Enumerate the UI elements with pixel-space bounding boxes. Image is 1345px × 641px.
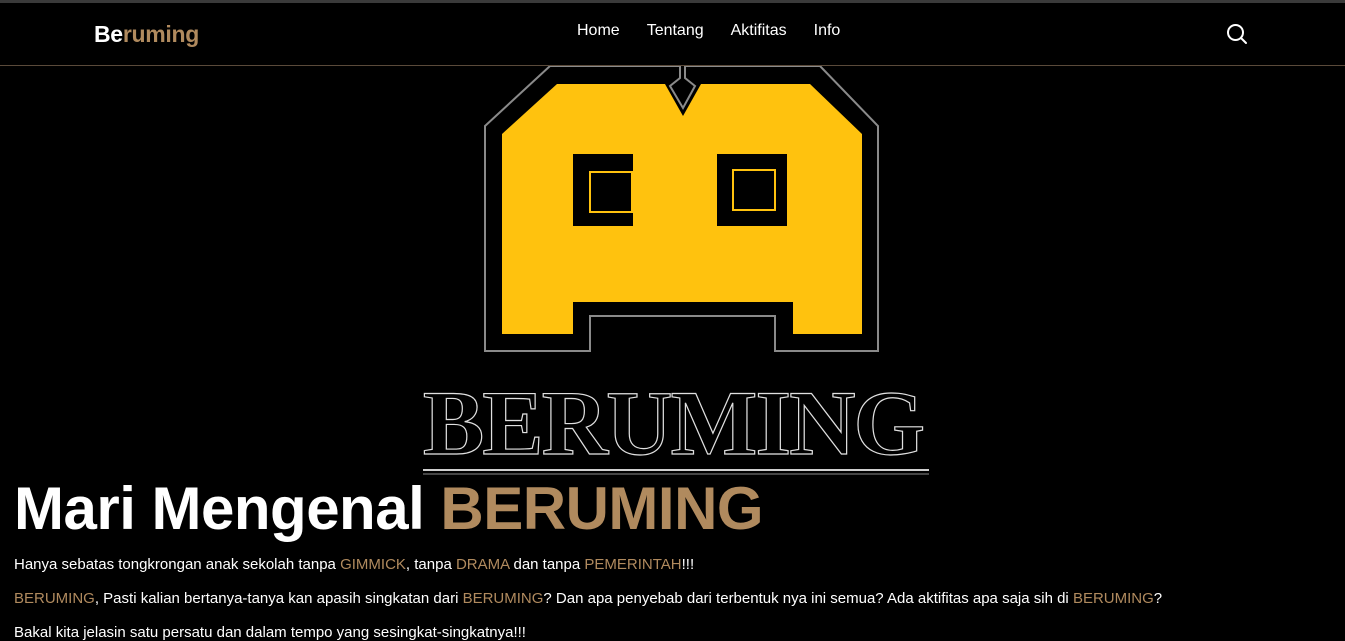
title-highlight: BERUMING [440,475,764,542]
p2-highlight-c: BERUMING [1072,590,1154,607]
intro-paragraph-2: BERUMING, Pasti kalian bertanya-tanya ka… [14,590,1162,607]
p2-text-c: ? [1153,590,1163,607]
brand-text-accent: ruming [122,21,199,47]
p1-text-d: !!! [681,556,695,573]
p1-text-c: dan tanpa [509,556,585,573]
p1-text-a: Hanya sebatas tongkrongan anak sekolah t… [14,556,341,573]
p2-highlight-b: BERUMING [462,590,544,607]
nav-aktifitas[interactable]: Aktifitas [731,22,787,40]
brand-logo[interactable]: Beruming [94,21,199,48]
logo-wordmark: BERUMING [423,372,924,474]
intro-paragraph-3: Bakal kita jelasin satu persatu dan dala… [14,624,526,641]
site-header: Beruming Home Tentang Aktifitas Info [0,3,1345,66]
search-icon[interactable] [1225,22,1249,46]
p1-text-b: , tanpa [405,556,456,573]
p2-text-b: ? Dan apa penyebab dari terbentuk nya in… [543,590,1073,607]
brand-text-primary: Be [94,21,123,47]
main-nav: Home Tentang Aktifitas Info [577,22,867,40]
p1-highlight-pemerintah: PEMERINTAH [584,556,682,573]
intro-paragraph-1: Hanya sebatas tongkrongan anak sekolah t… [14,556,694,573]
p2-text-a: , Pasti kalian bertanya-tanya kan apasih… [94,590,463,607]
nav-info[interactable]: Info [814,22,841,40]
nav-home[interactable]: Home [577,22,620,40]
p1-highlight-drama: DRAMA [455,556,510,573]
hero-logo: BERUMING [415,65,935,478]
title-text: Mari Mengenal [14,475,441,542]
page-title: Mari Mengenal BERUMING [14,474,764,543]
p2-highlight-a: BERUMING [14,590,95,607]
nav-tentang[interactable]: Tentang [647,22,704,40]
p1-highlight-gimmick: GIMMICK [340,556,406,573]
